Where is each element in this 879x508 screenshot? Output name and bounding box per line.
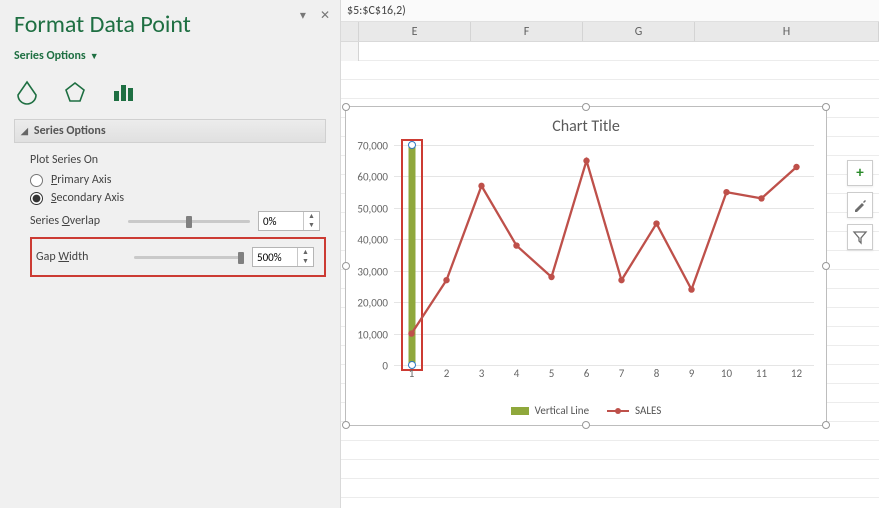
series-overlap-label: Series Overlap: [30, 214, 120, 228]
legend-swatch-line: [607, 410, 629, 412]
selection-handle[interactable]: [342, 103, 350, 111]
fill-line-tab-icon[interactable]: [14, 79, 40, 105]
chart-styles-button[interactable]: [847, 192, 873, 218]
row-header-stub: [341, 42, 359, 61]
series-overlap-slider[interactable]: [128, 214, 250, 228]
selection-handle[interactable]: [822, 103, 830, 111]
gap-width-spinner[interactable]: ▲▼: [252, 247, 314, 267]
collapse-triangle-icon: ◢: [21, 126, 28, 137]
pane-title: Format Data Point: [14, 10, 326, 39]
y-tick-label: 10,000: [357, 328, 388, 341]
step-down-icon[interactable]: ▼: [304, 221, 319, 230]
y-tick-label: 70,000: [357, 140, 388, 153]
column-header[interactable]: E: [359, 22, 471, 41]
plot-area[interactable]: 010,00020,00030,00040,00050,00060,00070,…: [394, 145, 814, 365]
x-tick-label: 12: [791, 367, 802, 380]
chevron-down-icon: ▼: [90, 51, 99, 62]
y-tick-label: 30,000: [357, 265, 388, 278]
legend-swatch-bar: [511, 407, 529, 415]
series-options-dropdown[interactable]: Series Options ▼: [0, 49, 113, 71]
series-overlap-row: Series Overlap ▲▼: [30, 211, 326, 231]
x-tick-label: 1: [409, 367, 415, 380]
selection-handle[interactable]: [582, 103, 590, 111]
selection-handle[interactable]: [822, 421, 830, 429]
primary-axis-input[interactable]: [30, 174, 43, 187]
gap-width-slider[interactable]: [134, 250, 244, 264]
worksheet-area: $5:$C$16,2) EFGH Chart Title 010,00020,0…: [341, 0, 879, 508]
pane-subtitle-label: Series Options: [14, 49, 86, 63]
x-tick-label: 8: [654, 367, 660, 380]
x-axis[interactable]: 123456789101112: [394, 367, 814, 383]
selection-handle[interactable]: [822, 262, 830, 270]
step-down-icon[interactable]: ▼: [298, 257, 313, 266]
series-overlap-spinner[interactable]: ▲▼: [258, 211, 320, 231]
x-tick-label: 5: [549, 367, 555, 380]
close-icon[interactable]: ✕: [320, 8, 330, 23]
gap-width-input[interactable]: [253, 248, 297, 266]
section-title: Series Options: [34, 124, 106, 138]
y-tick-label: 0: [382, 360, 388, 373]
y-tick-label: 50,000: [357, 202, 388, 215]
legend-item-sales[interactable]: SALES: [607, 404, 661, 417]
legend-label: Vertical Line: [535, 404, 589, 417]
secondary-axis-radio[interactable]: Secondary Axis: [30, 191, 326, 205]
format-data-point-pane: Format Data Point ▾ ✕ Series Options ▼ ◢…: [0, 0, 341, 508]
x-tick-label: 11: [756, 367, 767, 380]
x-tick-label: 7: [619, 367, 625, 380]
selection-handle[interactable]: [342, 421, 350, 429]
legend-label: SALES: [635, 404, 661, 417]
x-tick-label: 10: [721, 367, 732, 380]
column-header[interactable]: F: [471, 22, 583, 41]
effects-tab-icon[interactable]: [62, 79, 88, 105]
series-options-tab-icon[interactable]: [110, 79, 136, 105]
secondary-axis-label: Secondary Axis: [51, 191, 124, 205]
x-tick-label: 4: [514, 367, 520, 380]
selection-handle[interactable]: [582, 421, 590, 429]
selection-handle[interactable]: [342, 262, 350, 270]
chart-elements-button[interactable]: +: [847, 160, 873, 186]
chart-legend[interactable]: Vertical Line SALES: [346, 404, 826, 417]
x-tick-label: 6: [584, 367, 590, 380]
column-headers[interactable]: EFGH: [341, 22, 879, 42]
y-tick-label: 40,000: [357, 234, 388, 247]
chart-object[interactable]: Chart Title 010,00020,00030,00040,00050,…: [345, 106, 827, 426]
chart-side-buttons: +: [847, 160, 873, 250]
gap-width-label: Gap Width: [36, 250, 126, 264]
x-tick-label: 2: [444, 367, 450, 380]
plot-series-on-label: Plot Series On: [30, 153, 326, 167]
chart-title[interactable]: Chart Title: [346, 107, 826, 140]
x-tick-label: 9: [689, 367, 695, 380]
y-tick-label: 20,000: [357, 297, 388, 310]
series-options-section-header[interactable]: ◢ Series Options: [14, 119, 326, 143]
y-tick-label: 60,000: [357, 171, 388, 184]
primary-axis-label: Primary Axis: [51, 173, 111, 187]
gap-width-row: Gap Width ▲▼: [36, 247, 320, 267]
primary-axis-radio[interactable]: Primary Axis: [30, 173, 326, 187]
sales-line-series[interactable]: [394, 145, 814, 365]
column-header[interactable]: H: [695, 22, 879, 41]
column-header[interactable]: G: [583, 22, 695, 41]
column-header[interactable]: [341, 22, 359, 41]
gap-width-highlight: Gap Width ▲▼: [30, 237, 326, 277]
legend-item-vertical-line[interactable]: Vertical Line: [511, 404, 589, 417]
secondary-axis-input[interactable]: [30, 192, 43, 205]
formula-bar[interactable]: $5:$C$16,2): [341, 0, 879, 22]
series-overlap-input[interactable]: [259, 212, 303, 230]
pane-menu-icon[interactable]: ▾: [300, 8, 306, 23]
chart-filters-button[interactable]: [847, 224, 873, 250]
x-tick-label: 3: [479, 367, 485, 380]
